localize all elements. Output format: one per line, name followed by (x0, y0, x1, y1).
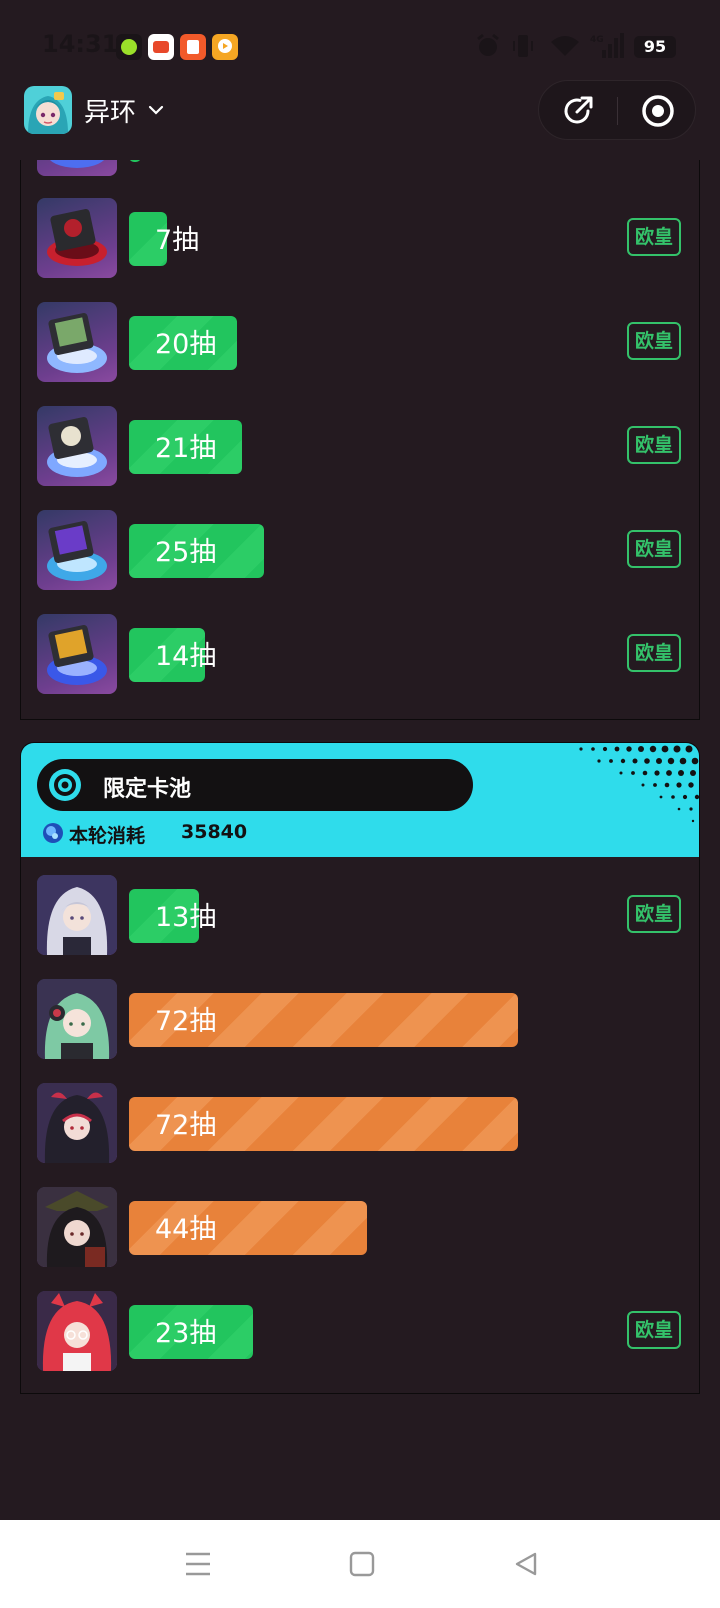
game-avatar[interactable] (24, 86, 72, 134)
back-triangle-icon (515, 1552, 537, 1576)
pull-progress-bar (129, 160, 141, 162)
menu-icon (186, 1552, 210, 1576)
pull-count-label: 14抽 (155, 641, 217, 672)
close-button[interactable] (619, 81, 697, 141)
list-item: 21抽 欧皇 (37, 406, 687, 486)
battery-indicator: 95 (634, 36, 676, 58)
share-button[interactable] (539, 81, 617, 141)
pull-count-label: 44抽 (155, 1214, 217, 1245)
list-item: 44抽 (37, 1187, 687, 1267)
limited-pool-title: 限定卡池 (103, 777, 192, 802)
pull-count-label: 25抽 (155, 537, 217, 568)
list-item (37, 160, 687, 176)
item-thumbnail (37, 614, 117, 694)
video-notification-icon (212, 34, 238, 60)
status-time: 14:31 (42, 30, 119, 58)
network-type-label: 4G (590, 35, 604, 45)
item-thumbnail (37, 510, 117, 590)
lucky-badge: 欧皇 (627, 530, 681, 568)
standard-pool-card: 7抽 欧皇 20抽 欧皇 21抽 欧皇 25抽 欧皇 14抽 欧皇 (20, 160, 700, 720)
pull-count-label: 20抽 (155, 329, 217, 360)
limited-pool-title-pill: 限定卡池 (37, 759, 473, 811)
lucky-badge: 欧皇 (627, 895, 681, 933)
list-item: 23抽 欧皇 (37, 1291, 687, 1371)
character-portrait (37, 1291, 117, 1371)
list-item: 13抽 欧皇 (37, 875, 687, 955)
miniprogram-capsule (538, 80, 696, 140)
lucky-badge: 欧皇 (627, 634, 681, 672)
capsule-divider (617, 97, 618, 125)
list-item: 20抽 欧皇 (37, 302, 687, 382)
list-item: 7抽 欧皇 (37, 198, 687, 278)
cost-label: 本轮消耗 (69, 825, 146, 847)
back-button[interactable] (506, 1544, 546, 1584)
list-item: 72抽 (37, 1083, 687, 1163)
shop-notification-icon (180, 34, 206, 60)
item-thumbnail (37, 160, 117, 176)
home-square-icon (349, 1551, 375, 1577)
target-icon (49, 769, 81, 801)
app-notification-icon (116, 34, 142, 60)
list-item: 14抽 欧皇 (37, 614, 687, 694)
alarm-icon (477, 33, 499, 56)
menu-button[interactable] (178, 1544, 218, 1584)
status-bar: 14:31 4G 95 (0, 0, 720, 80)
lucky-badge: 欧皇 (627, 426, 681, 464)
pull-count-label: 7抽 (155, 225, 200, 256)
vibrate-icon (513, 35, 533, 57)
halftone-decoration (579, 745, 699, 823)
character-portrait (37, 1187, 117, 1267)
lucky-badge: 欧皇 (627, 322, 681, 360)
lucky-badge: 欧皇 (627, 218, 681, 256)
app-header: 异环 (0, 80, 720, 160)
character-portrait (37, 875, 117, 955)
character-portrait (37, 1083, 117, 1163)
currency-orb-icon (43, 823, 63, 843)
game-title[interactable]: 异环 (84, 92, 136, 129)
item-thumbnail (37, 198, 117, 278)
cost-value: 35840 (181, 821, 248, 843)
home-button[interactable] (342, 1544, 382, 1584)
cellular-signal-icon: 4G (590, 33, 624, 58)
list-item: 72抽 (37, 979, 687, 1059)
character-portrait (37, 979, 117, 1059)
system-nav-bar (0, 1520, 720, 1608)
pull-count-label: 72抽 (155, 1110, 217, 1141)
pull-count-label: 23抽 (155, 1318, 217, 1349)
pull-count-label: 21抽 (155, 433, 217, 464)
item-thumbnail (37, 302, 117, 382)
wifi-icon (551, 36, 579, 56)
share-icon (564, 96, 593, 124)
game-notification-icon (148, 34, 174, 60)
pull-count-label: 72抽 (155, 1006, 217, 1037)
chevron-down-icon[interactable] (148, 104, 164, 116)
lucky-badge: 欧皇 (627, 1311, 681, 1349)
item-thumbnail (37, 406, 117, 486)
pull-count-label: 13抽 (155, 902, 217, 933)
target-close-icon (642, 95, 674, 127)
limited-pool-header: 限定卡池 本轮消耗 35840 (21, 743, 699, 857)
limited-pool-card: 限定卡池 本轮消耗 35840 13抽 欧皇 72抽 72抽 44抽 23抽 欧… (20, 742, 700, 1394)
list-item: 25抽 欧皇 (37, 510, 687, 590)
